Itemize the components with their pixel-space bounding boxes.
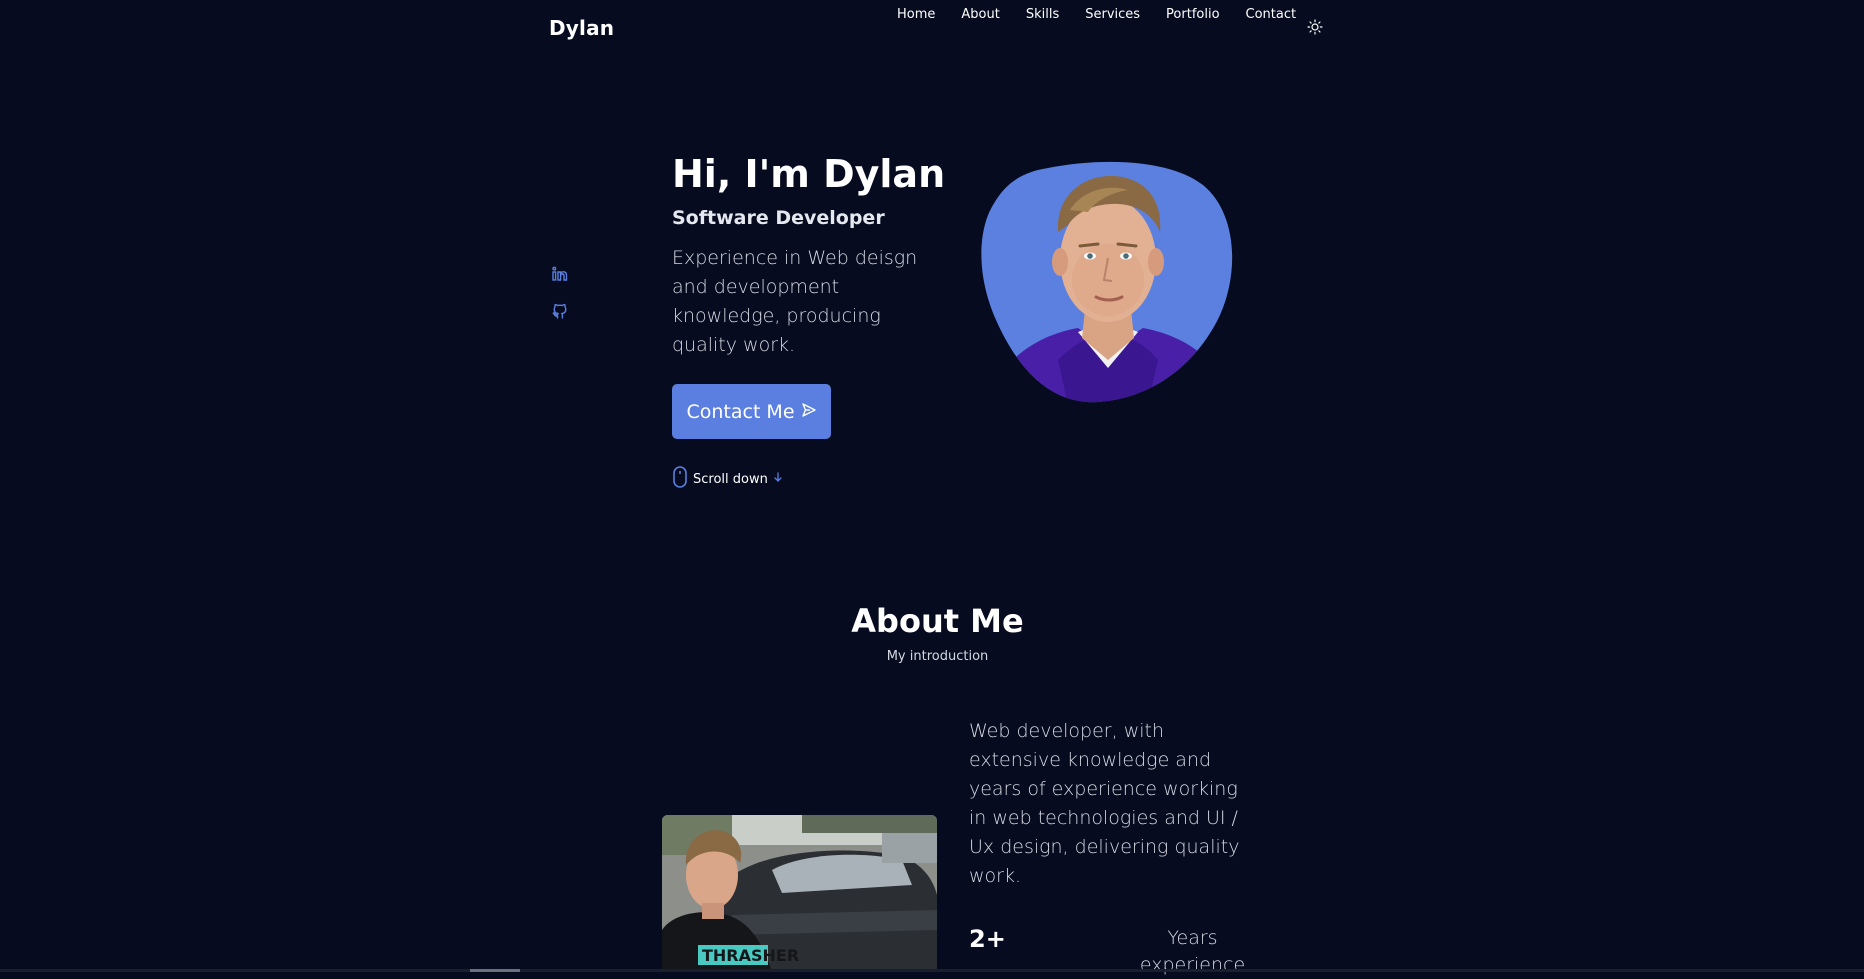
experience-years-value: 2+ bbox=[969, 925, 1006, 953]
nav-contact[interactable]: Contact bbox=[1246, 7, 1297, 22]
about-description: Web developer, with extensive knowledge … bbox=[969, 720, 1240, 887]
github-icon[interactable] bbox=[551, 303, 569, 321]
nav-home[interactable]: Home bbox=[897, 7, 935, 22]
header: Dylan Home About Skills Services Portfol… bbox=[0, 0, 1864, 60]
send-icon bbox=[801, 401, 817, 423]
nav-services[interactable]: Services bbox=[1085, 7, 1140, 22]
hero-description: Experience in Web deisgn and development… bbox=[672, 247, 918, 356]
about-title: About Me bbox=[851, 602, 1024, 640]
about-photo: THRASHER bbox=[662, 815, 937, 972]
contact-button-label: Contact Me bbox=[686, 400, 795, 423]
about-subtitle: My introduction bbox=[886, 649, 989, 664]
contact-me-button[interactable]: Contact Me bbox=[672, 384, 831, 439]
nav-skills[interactable]: Skills bbox=[1026, 7, 1059, 22]
svg-text:THRASHER: THRASHER bbox=[702, 946, 799, 965]
sun-icon[interactable] bbox=[1307, 19, 1323, 35]
linkedin-icon[interactable] bbox=[551, 265, 569, 283]
main-nav: Home About Skills Services Portfolio Con… bbox=[897, 7, 1296, 22]
hero-title: Hi, I'm Dylan bbox=[672, 152, 946, 196]
nav-about[interactable]: About bbox=[961, 7, 999, 22]
hero-subtitle: Software Developer bbox=[672, 207, 885, 229]
scroll-down-link[interactable]: Scroll down bbox=[672, 466, 783, 492]
nav-portfolio[interactable]: Portfolio bbox=[1166, 7, 1219, 22]
arrow-down-icon bbox=[773, 471, 783, 487]
social-links bbox=[551, 265, 569, 321]
logo[interactable]: Dylan bbox=[549, 16, 614, 40]
scroll-down-label: Scroll down bbox=[693, 471, 768, 487]
mouse-icon bbox=[672, 466, 688, 492]
hero-profile-image bbox=[978, 160, 1238, 405]
